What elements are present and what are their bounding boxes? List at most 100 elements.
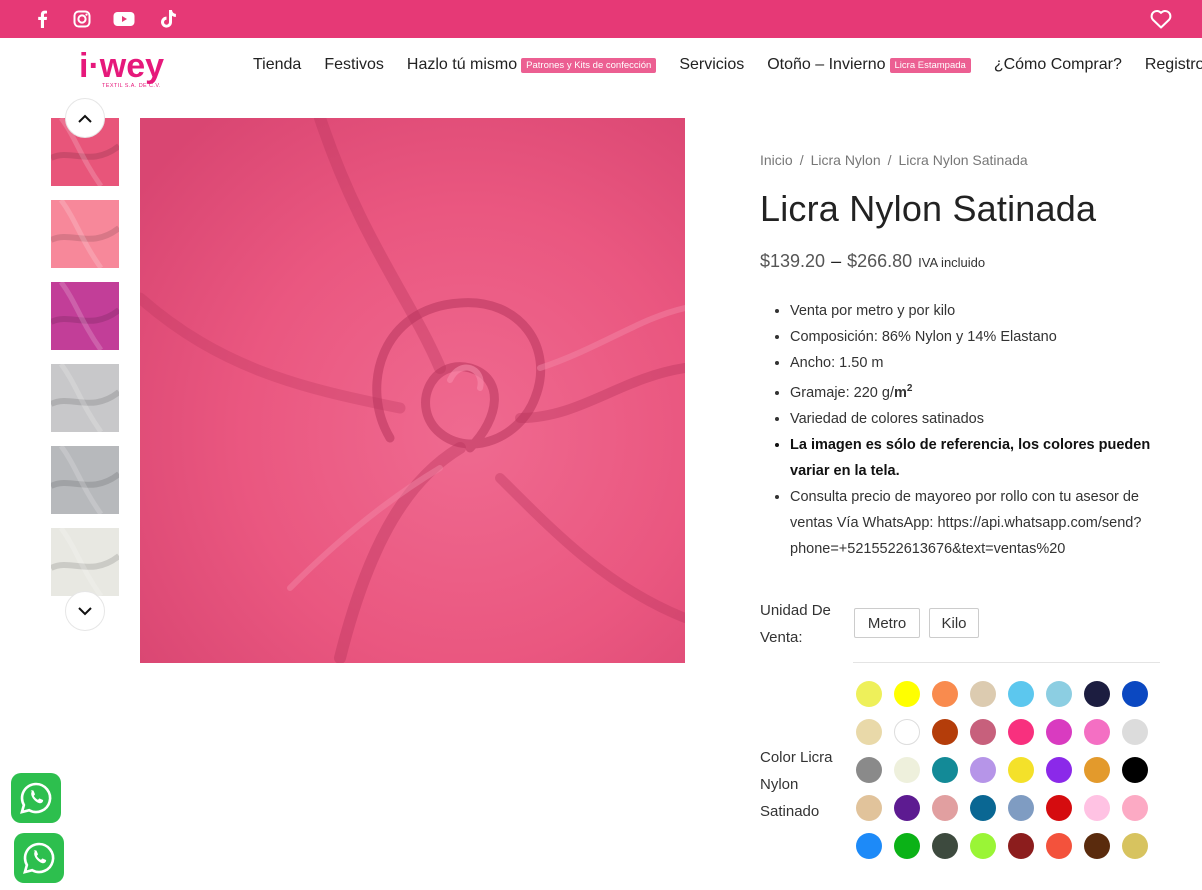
tiktok-icon[interactable] [156,7,180,31]
top-bar [0,0,1202,38]
logo[interactable]: i·wey TEXTIL S.A. DE C.V. [78,46,180,90]
color-swatch[interactable] [1008,795,1034,821]
feature-item: Consulta precio de mayoreo por rollo con… [790,484,1172,562]
product-features: Venta por metro y por kiloComposición: 8… [772,298,1172,562]
color-swatch[interactable] [1084,681,1110,707]
menu-item-como-comprar[interactable]: ¿Cómo Comprar? [994,56,1122,74]
whatsapp-button[interactable] [14,833,64,883]
breadcrumb-inicio[interactable]: Inicio [760,152,793,168]
color-swatch[interactable] [894,795,920,821]
menu-label: Servicios [679,56,745,73]
feature-item: Gramaje: 220 g/m2 [790,376,1172,406]
thumbs-down-button[interactable] [65,591,105,631]
product-thumbnail[interactable] [49,362,121,434]
color-swatch[interactable] [1008,681,1034,707]
feature-item: Variedad de colores satinados [790,406,1172,432]
menu-item-servicios[interactable]: Servicios [679,56,744,74]
color-swatch[interactable] [856,719,882,745]
color-swatch[interactable] [1122,757,1148,783]
product-title: Licra Nylon Satinada [760,188,1097,229]
menu-badge: Licra Estampada [889,57,971,73]
color-swatch[interactable] [932,681,958,707]
color-swatch[interactable] [1122,833,1148,859]
color-swatch[interactable] [894,681,920,707]
product-thumbnail[interactable] [49,198,121,270]
instagram-icon[interactable] [70,7,94,31]
feature-item: Composición: 86% Nylon y 14% Elastano [790,324,1172,350]
whatsapp-icon [23,842,55,874]
feature-item: La imagen es sólo de referencia, los col… [790,432,1172,484]
facebook-icon[interactable] [30,7,54,31]
menu-item-festivos[interactable]: Festivos [324,56,384,74]
color-swatch[interactable] [1084,757,1110,783]
unit-option-kilo[interactable]: Kilo [929,608,979,638]
breadcrumb-separator: / [887,152,892,168]
color-swatch[interactable] [1046,833,1072,859]
color-swatch[interactable] [970,795,996,821]
color-swatch[interactable] [1046,719,1072,745]
price-range: $139.20 – $266.80 IVA incluido [760,251,985,272]
color-swatch[interactable] [970,833,996,859]
color-swatch[interactable] [894,719,920,745]
product-main-image[interactable] [134,112,690,664]
color-swatch[interactable] [856,681,882,707]
menu: Tienda Festivos Hazlo tú mismo Patrones y… [253,56,1202,74]
menu-item-registro[interactable]: Registro [1145,56,1202,74]
color-swatch[interactable] [894,757,920,783]
feature-item: Venta por metro y por kilo [790,298,1172,324]
color-swatch[interactable] [1084,833,1110,859]
color-swatch[interactable] [856,795,882,821]
unit-label: Unidad De Venta: [760,602,831,646]
color-swatch[interactable] [1122,681,1148,707]
breadcrumb-licra-nylon[interactable]: Licra Nylon [811,152,881,168]
menu-item-hazlo[interactable]: Hazlo tú mismo Patrones y Kits de confecc… [406,56,657,74]
color-swatch[interactable] [1046,681,1072,707]
color-swatch[interactable] [932,719,958,745]
menu-item-otono-invierno[interactable]: Otoño – Invierno Licra Estampada [767,56,971,74]
logo-text: i·wey [79,47,164,85]
menu-badge: Patrones y Kits de confección [521,57,657,73]
color-swatch[interactable] [856,757,882,783]
color-swatch[interactable] [970,757,996,783]
thumbnail-list [49,116,121,610]
whatsapp-button[interactable] [11,773,61,823]
color-swatch[interactable] [856,833,882,859]
color-swatch[interactable] [1046,795,1072,821]
price-dash: – [831,251,842,271]
color-swatch[interactable] [932,795,958,821]
product-thumbnail[interactable] [49,280,121,352]
youtube-icon[interactable] [112,7,136,31]
thumbs-up-button[interactable] [65,98,105,138]
breadcrumb-current: Licra Nylon Satinada [898,152,1028,168]
color-swatch[interactable] [1122,795,1148,821]
color-swatch[interactable] [970,681,996,707]
menu-label: Festivos [324,56,384,73]
color-swatches [856,681,1148,859]
whatsapp-icon [20,782,52,814]
color-swatch[interactable] [1122,719,1148,745]
color-swatch[interactable] [1084,719,1110,745]
price-low: $139.20 [760,251,826,271]
menu-label: ¿Cómo Comprar? [993,56,1122,73]
color-swatch[interactable] [970,719,996,745]
color-swatch[interactable] [1008,833,1034,859]
unit-option-metro[interactable]: Metro [854,608,920,638]
menu-label: Hazlo tú mismo [406,56,518,73]
logo-subtext: TEXTIL S.A. DE C.V. [102,83,161,89]
product-thumbnail[interactable] [49,444,121,516]
color-swatch[interactable] [1008,719,1034,745]
menu-item-tienda[interactable]: Tienda [253,56,301,74]
menu-label: Otoño – Invierno [767,56,886,73]
color-swatch[interactable] [932,833,958,859]
chevron-down-icon [78,606,92,615]
heart-icon[interactable] [1150,9,1172,29]
color-swatch[interactable] [894,833,920,859]
color-swatch[interactable] [1046,757,1072,783]
color-swatch[interactable] [932,757,958,783]
color-swatch[interactable] [1008,757,1034,783]
product-thumbnail[interactable] [49,526,121,598]
chevron-up-icon [78,114,92,123]
color-swatch[interactable] [1084,795,1110,821]
menu-label: Registro [1144,56,1202,73]
feature-item: Ancho: 1.50 m [790,350,1172,376]
